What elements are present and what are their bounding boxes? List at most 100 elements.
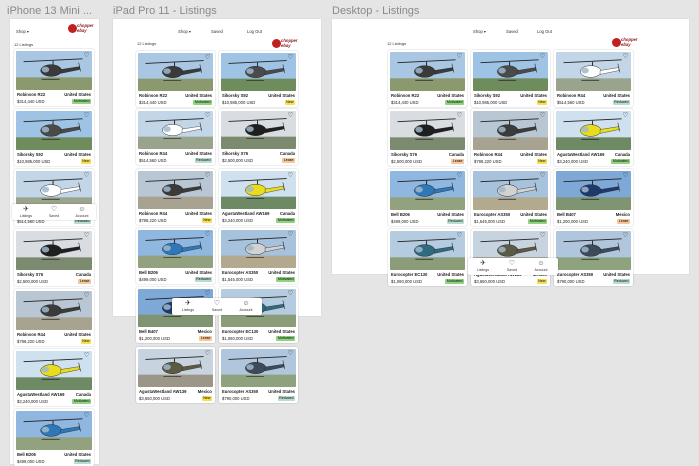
listing-card[interactable]: ♡ Bell B407 Mexico $1,200,000 USD Lease	[136, 287, 215, 343]
listing-card[interactable]: ♡ Sikorsky S92 United States $10,985,000 US…	[14, 109, 94, 166]
listing-card[interactable]: ♡ Eurocopter AS350 United States $1,545,000…	[219, 228, 298, 284]
listing-photo[interactable]	[16, 231, 92, 270]
heart-icon[interactable]: ♡	[204, 54, 211, 61]
listing-photo[interactable]	[16, 411, 92, 450]
listing-photo[interactable]	[16, 291, 92, 330]
tab-account[interactable]: ☺ Account	[528, 260, 554, 272]
tab-listings[interactable]: ✈ Listings	[470, 260, 496, 272]
listing-photo[interactable]	[221, 230, 296, 268]
heart-icon[interactable]: ♡	[204, 350, 211, 357]
listing-card[interactable]: ♡ AgustaWestland AW169 Canada $3,240,000 US…	[554, 109, 633, 166]
heart-icon[interactable]: ♡	[539, 172, 546, 179]
brand-logo[interactable]: chopper ebay	[68, 23, 94, 35]
listing-photo[interactable]	[138, 230, 213, 268]
listing-photo[interactable]	[390, 111, 465, 150]
listing-photo[interactable]	[138, 111, 213, 149]
heart-icon[interactable]: ♡	[287, 112, 294, 119]
listing-card[interactable]: ♡ Robinson R44 United States $788,220 USD Ne…	[136, 169, 215, 225]
tab-saved[interactable]: ♡ Saved	[204, 300, 230, 312]
shop-dropdown[interactable]: Shop	[16, 29, 29, 34]
tab-saved[interactable]: ♡ Saved	[499, 260, 525, 272]
listing-photo[interactable]	[390, 52, 465, 91]
listing-photo[interactable]	[138, 171, 213, 209]
heart-icon[interactable]: ♡	[287, 290, 294, 297]
heart-icon[interactable]: ♡	[204, 172, 211, 179]
brand-logo[interactable]: chopper ebay	[272, 38, 298, 50]
heart-icon[interactable]: ♡	[456, 232, 463, 239]
heart-icon[interactable]: ♡	[539, 53, 546, 60]
listing-card[interactable]: ♡ Sikorsky S76 Canada $2,500,000 USD Lease	[219, 109, 298, 165]
heart-icon[interactable]: ♡	[622, 112, 629, 119]
brand-logo[interactable]: chopper ebay	[612, 37, 638, 49]
listing-card[interactable]: ♡ Robinson R22 United States $314,440 USD Mo…	[136, 51, 215, 107]
tab-saved[interactable]: ♡ Saved	[41, 206, 67, 218]
listing-card[interactable]: ♡ Eurocopter AS350 United States $790,000 U…	[219, 347, 298, 403]
listing-photo[interactable]	[473, 111, 548, 150]
listing-card[interactable]: ♡ Eurocopter AS350 United States $790,000 U…	[554, 229, 633, 286]
listing-photo[interactable]	[556, 111, 631, 150]
listing-photo[interactable]	[556, 171, 631, 210]
listing-card[interactable]: ♡ Bell B206 United States $499,000 USD Reduc…	[136, 228, 215, 284]
heart-icon[interactable]: ♡	[622, 53, 629, 60]
listing-photo[interactable]	[390, 171, 465, 210]
heart-icon[interactable]: ♡	[622, 172, 629, 179]
listing-card[interactable]: ♡ Eurocopter AS350 United States $1,545,000…	[471, 169, 550, 226]
listing-card[interactable]: ♡ Robinson R22 United States $314,440 USD Mo…	[388, 50, 467, 107]
listing-photo[interactable]	[16, 111, 92, 150]
shop-dropdown[interactable]: Shop	[473, 29, 486, 34]
listing-photo[interactable]	[473, 171, 548, 210]
heart-icon[interactable]: ♡	[539, 232, 546, 239]
heart-icon[interactable]: ♡	[456, 53, 463, 60]
listing-card[interactable]: ♡ Sikorsky S76 Canada $2,500,000 USD Lease	[14, 229, 94, 286]
heart-icon[interactable]: ♡	[287, 172, 294, 179]
listing-photo[interactable]	[556, 231, 631, 270]
heart-icon[interactable]: ♡	[456, 112, 463, 119]
listing-card[interactable]: ♡ Eurocopter EC130 United States $1,060,000…	[388, 229, 467, 286]
listing-card[interactable]: ♡ AgustaWestland AW139 Mexico $3,650,000 US…	[136, 347, 215, 403]
shop-dropdown[interactable]: Shop	[178, 29, 191, 34]
heart-icon[interactable]: ♡	[83, 52, 90, 59]
listing-card[interactable]: ♡ Robinson R44 United States $514,560 USD Re…	[554, 50, 633, 107]
listing-card[interactable]: ♡ Bell B206 United States $499,000 USD Reduc…	[14, 409, 94, 466]
listing-card[interactable]: ♡ Robinson R44 United States $514,560 USD Re…	[136, 109, 215, 165]
heart-icon[interactable]: ♡	[204, 290, 211, 297]
heart-icon[interactable]: ♡	[204, 231, 211, 238]
listing-photo[interactable]	[473, 52, 548, 91]
saved-link[interactable]: Saved	[211, 29, 223, 34]
listing-photo[interactable]	[138, 349, 213, 387]
tab-account[interactable]: ☺ Account	[233, 300, 259, 312]
heart-icon[interactable]: ♡	[83, 172, 90, 179]
listing-card[interactable]: ♡ Robinson R44 United States $788,220 USD Ne…	[471, 109, 550, 166]
tab-listings[interactable]: ✈ Listings	[13, 206, 39, 218]
heart-icon[interactable]: ♡	[83, 292, 90, 299]
saved-link[interactable]: Saved	[506, 29, 518, 34]
listing-card[interactable]: ♡ Sikorsky S92 United States $10,985,000 US…	[219, 51, 298, 107]
listing-photo[interactable]	[221, 349, 296, 387]
logout-link[interactable]: Log Out	[537, 29, 552, 34]
heart-icon[interactable]: ♡	[83, 352, 90, 359]
listing-card[interactable]: ♡ AgustaWestland AW169 Canada $3,240,000 US…	[219, 169, 298, 225]
heart-icon[interactable]: ♡	[83, 232, 90, 239]
heart-icon[interactable]: ♡	[539, 112, 546, 119]
heart-icon[interactable]: ♡	[287, 231, 294, 238]
heart-icon[interactable]: ♡	[204, 112, 211, 119]
listing-card[interactable]: ♡ Sikorsky S76 Canada $2,500,000 USD Lease	[388, 109, 467, 166]
listing-card[interactable]: ♡ Robinson R22 United States $314,440 USD Mo…	[14, 49, 94, 106]
listing-photo[interactable]	[16, 351, 92, 390]
logout-link[interactable]: Log Out	[247, 29, 262, 34]
listing-photo[interactable]	[556, 52, 631, 91]
listing-photo[interactable]	[16, 51, 92, 90]
listing-photo[interactable]	[221, 111, 296, 149]
tab-account[interactable]: ☺ Account	[69, 206, 95, 218]
listing-card[interactable]: ♡ Eurocopter EC130 United States $1,060,000…	[219, 287, 298, 343]
listing-photo[interactable]	[138, 53, 213, 91]
listing-card[interactable]: ♡ Bell B206 United States $499,000 USD Reduc…	[388, 169, 467, 226]
listing-card[interactable]: ♡ Bell B407 Mexico $1,200,000 USD Lease	[554, 169, 633, 226]
listing-photo[interactable]	[390, 231, 465, 270]
listing-photo[interactable]	[221, 171, 296, 209]
heart-icon[interactable]: ♡	[287, 54, 294, 61]
listing-card[interactable]: ♡ AgustaWestland AW169 Canada $3,240,000 US…	[14, 349, 94, 406]
heart-icon[interactable]: ♡	[83, 112, 90, 119]
listing-photo[interactable]	[221, 53, 296, 91]
listing-card[interactable]: ♡ Sikorsky S92 United States $10,985,000 US…	[471, 50, 550, 107]
